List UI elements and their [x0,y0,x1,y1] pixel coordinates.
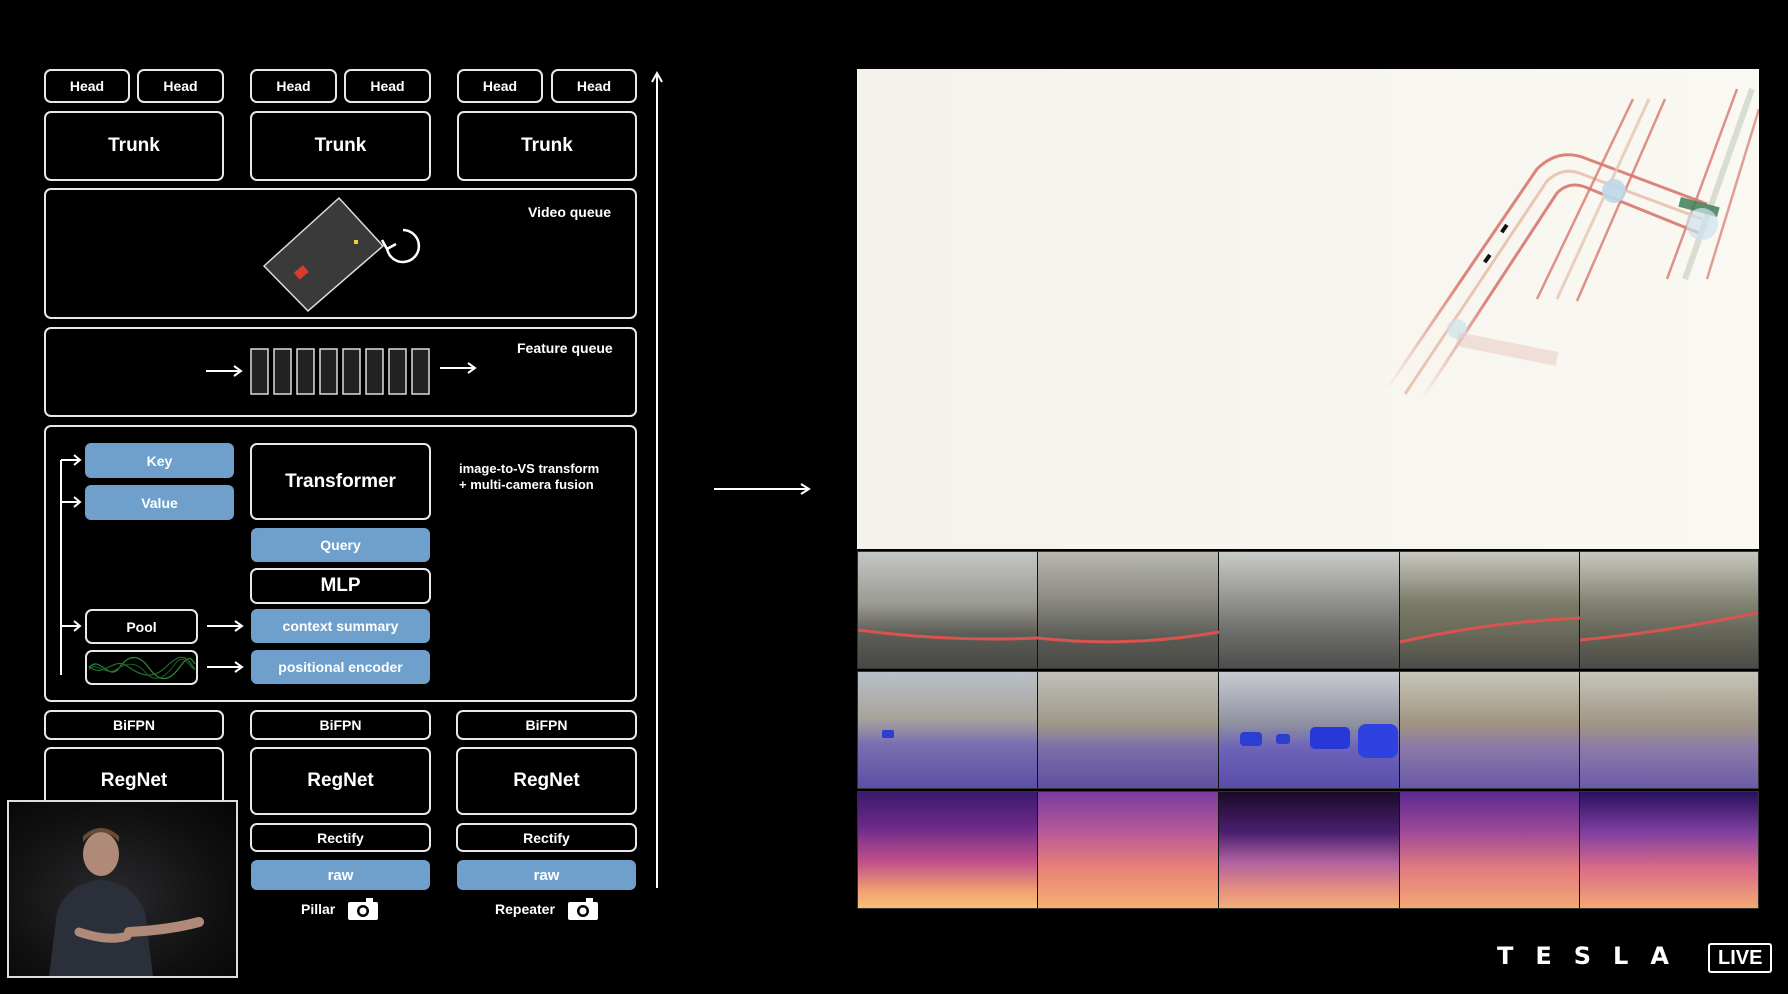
camera-view [1580,792,1758,908]
bifpn-box: BiFPN [250,710,431,740]
fusion-caption-line2: + multi-camera fusion [459,477,594,492]
context-summary-box: context summary [251,609,430,643]
positional-wave-box [85,650,198,685]
trunk-box: Trunk [44,111,224,181]
transformer-box: Transformer [250,443,431,520]
video-queue-label: Video queue [528,204,611,220]
camera-strip-segmentation [857,671,1759,789]
camera-view [858,792,1038,908]
head-box: Head [344,69,431,103]
rectify-box: Rectify [456,823,637,852]
camera-strip-depth [857,791,1759,909]
rectify-box: Rectify [250,823,431,852]
key-box: Key [85,443,234,478]
query-box: Query [251,528,430,562]
raw-box: raw [251,860,430,890]
fusion-caption-line1: image-to-VS transform [459,461,600,476]
presenter-video [7,800,238,978]
pool-box: Pool [85,609,198,644]
tesla-logo: TESLA [1497,942,1691,970]
video-queue-car-icon [262,196,421,313]
regnet-box: RegNet [456,747,637,815]
vehicle-overlay [882,724,1398,758]
head-box: Head [44,69,130,103]
regnet-box: RegNet [250,747,431,815]
camera-view [1400,792,1580,908]
positional-encoder-box: positional encoder [251,650,430,684]
camera-icon [348,898,378,920]
camera-view [1038,792,1219,908]
live-badge: LIVE [1708,943,1773,973]
feature-queue-label: Feature queue [517,340,613,356]
lane-overlay [858,610,1758,644]
pool-arrow [207,620,244,632]
vector-space-render [857,69,1759,549]
value-box: Value [85,485,234,520]
head-box: Head [137,69,224,103]
camera-label-repeater: Repeater [495,901,555,917]
camera-strip-raw [857,551,1759,669]
camera-label-pillar: Pillar [301,901,336,917]
head-box: Head [250,69,337,103]
feature-queue-slots [206,348,477,395]
trunk-box: Trunk [457,111,637,181]
bifpn-box: BiFPN [44,710,224,740]
trunk-box: Trunk [250,111,431,181]
mlp-box: MLP [250,568,431,604]
encoder-arrow [207,661,244,673]
bifpn-box: BiFPN [456,710,637,740]
presenter-figure [49,828,204,976]
head-box: Head [457,69,543,103]
road-layout-render [1385,88,1759,400]
fusion-connector-lines [60,454,82,675]
camera-icon [568,898,598,920]
fusion-caption: image-to-VS transform + multi-camera fus… [459,461,599,493]
raw-box: raw [457,860,636,890]
vertical-flow-arrow [651,70,663,888]
output-arrow [714,483,811,495]
head-box: Head [551,69,637,103]
sine-wave-icon [88,656,196,680]
camera-view [1219,792,1400,908]
